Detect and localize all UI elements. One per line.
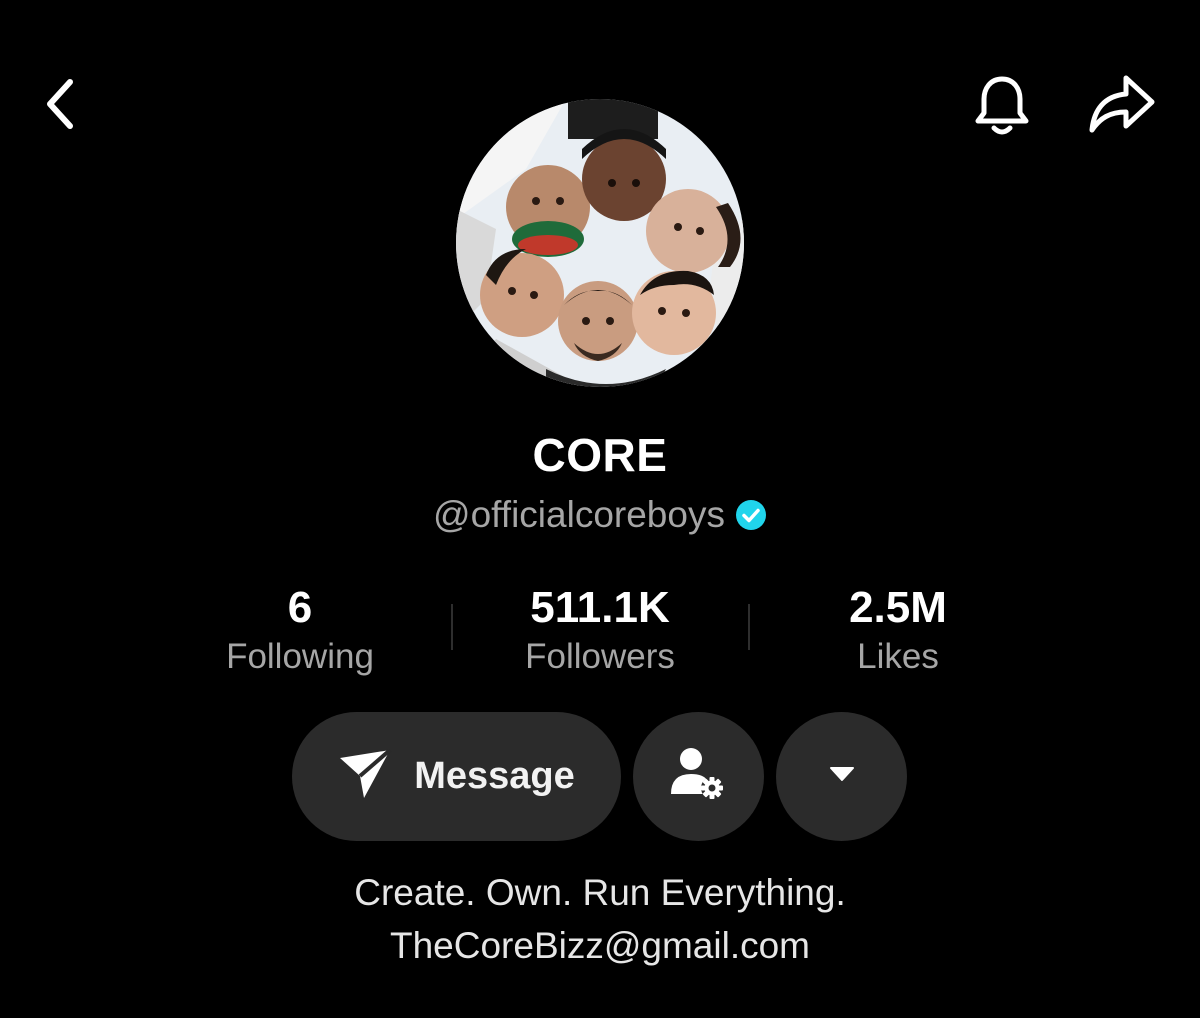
stat-following[interactable]: 6 Following xyxy=(150,582,450,680)
bio-line: Create. Own. Run Everything. xyxy=(354,872,846,913)
stat-value: 2.5M xyxy=(849,583,947,632)
share-button[interactable] xyxy=(1082,70,1162,142)
avatar[interactable] xyxy=(456,99,744,387)
display-name: CORE xyxy=(532,429,668,481)
stat-followers[interactable]: 511.1K Followers xyxy=(450,582,750,680)
share-arrow-icon xyxy=(1086,72,1158,141)
stat-label: Following xyxy=(226,637,374,676)
username-handle: @officialcoreboys xyxy=(433,494,725,535)
message-button-label: Message xyxy=(414,755,575,797)
verified-badge-icon xyxy=(735,499,767,531)
stat-label: Followers xyxy=(525,637,675,676)
stat-value: 511.1K xyxy=(530,583,670,632)
bell-icon xyxy=(970,73,1034,144)
message-button[interactable]: Message xyxy=(292,712,621,841)
friend-settings-button[interactable] xyxy=(633,712,764,841)
notifications-button[interactable] xyxy=(966,72,1038,144)
caret-down-icon xyxy=(829,766,855,787)
stat-label: Likes xyxy=(857,637,939,676)
stat-likes[interactable]: 2.5M Likes xyxy=(748,582,1048,680)
stat-value: 6 xyxy=(287,583,313,632)
back-button[interactable] xyxy=(30,72,90,140)
chevron-left-icon xyxy=(40,76,80,137)
user-gear-icon xyxy=(669,744,729,809)
more-options-dropdown[interactable] xyxy=(776,712,907,841)
handle-row: @officialcoreboys xyxy=(0,494,1200,536)
bio-email[interactable]: TheCoreBizz@gmail.com xyxy=(0,925,1200,967)
paper-plane-icon xyxy=(338,748,392,805)
